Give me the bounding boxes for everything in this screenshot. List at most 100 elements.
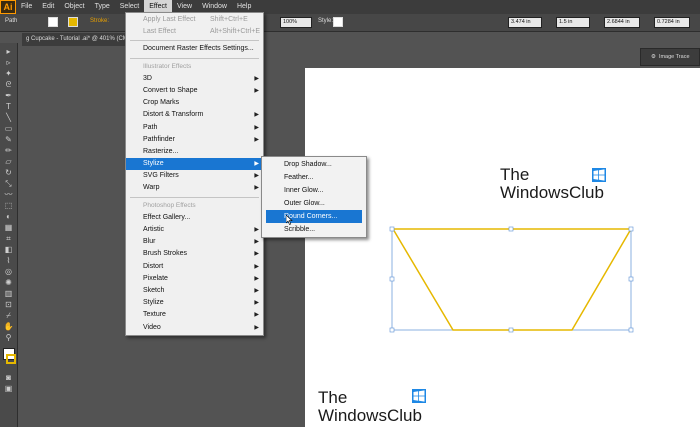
y-field[interactable]: 0.7284 in [654, 17, 690, 28]
menu-texture[interactable]: Texture ▶ [126, 309, 263, 321]
x-field[interactable]: 2.6844 in [604, 17, 640, 28]
stroke-swatch[interactable] [68, 17, 78, 27]
mesh-tool-icon[interactable]: ⌗ [3, 234, 14, 243]
image-trace-icon: ⚙ [651, 54, 656, 60]
menu-document-raster-effects-settings[interactable]: Document Raster Effects Settings... [126, 43, 263, 55]
blend-tool-icon[interactable]: ◎ [3, 267, 14, 276]
handle-top-middle [508, 226, 514, 232]
type-tool-icon[interactable]: T [3, 102, 14, 111]
lasso-tool-icon[interactable]: ᘓ [3, 80, 14, 89]
submenu-arrow-icon: ▶ [254, 239, 259, 246]
submenu-arrow-icon: ▶ [254, 136, 259, 143]
gradient-tool-icon[interactable]: ◧ [3, 245, 14, 254]
menu-edit[interactable]: Edit [37, 0, 59, 14]
menu-video[interactable]: Video ▶ [126, 322, 263, 334]
image-trace-label: Image Trace [658, 54, 690, 60]
submenu-drop-shadow[interactable]: Drop Shadow... [262, 158, 366, 171]
submenu-scribble[interactable]: Scribble... [262, 223, 366, 236]
warp-tool-icon[interactable]: 〰 [3, 190, 14, 199]
apply-last-effect-shortcut: Shift+Ctrl+E [210, 16, 248, 23]
menu-bar: Ai File Edit Object Type Select Effect V… [0, 0, 700, 14]
menu-artistic[interactable]: Artistic ▶ [126, 224, 263, 236]
height-field[interactable]: 1.5 in [556, 17, 590, 28]
windows-icon [592, 168, 606, 182]
line-tool-icon[interactable]: ╲ [3, 113, 14, 122]
shape-builder-tool-icon[interactable]: ◐ [3, 212, 14, 221]
slice-tool-icon[interactable]: ⌿ [3, 311, 14, 320]
object-type-label: Path [5, 18, 18, 24]
menu-path-label: Path [143, 123, 158, 131]
menu-path[interactable]: Path ▶ [126, 122, 263, 134]
menu-texture-label: Texture [143, 311, 166, 319]
menu-rasterize[interactable]: Rasterize... [126, 146, 263, 158]
submenu-arrow-icon: ▶ [254, 185, 259, 192]
menu-convert-to-shape[interactable]: Convert to Shape ▶ [126, 85, 263, 97]
width-field[interactable]: 3.474 in [508, 17, 542, 28]
rotate-tool-icon[interactable]: ↻ [3, 168, 14, 177]
menu-blur[interactable]: Blur ▶ [126, 236, 263, 248]
menu-last-effect[interactable]: Last Effect Alt+Shift+Ctrl+E [126, 26, 263, 38]
drawing-mode-icon[interactable]: ◙ [3, 373, 14, 382]
menu-svg-filters[interactable]: SVG Filters ▶ [126, 170, 263, 182]
zoom-tool-icon[interactable]: ⚲ [3, 333, 14, 342]
menu-object[interactable]: Object [59, 0, 89, 14]
magic-wand-tool-icon[interactable]: ✦ [3, 69, 14, 78]
pencil-tool-icon[interactable]: ✏ [3, 146, 14, 155]
opacity-field[interactable]: 100% [280, 17, 312, 28]
menu-brush-strokes[interactable]: Brush Strokes ▶ [126, 248, 263, 260]
menu-distort-transform[interactable]: Distort & Transform ▶ [126, 109, 263, 121]
menu-distort-transform-label: Distort & Transform [143, 111, 204, 119]
menu-stylize-illustrator[interactable]: Stylize ▶ [126, 158, 263, 171]
handle-bottom-left [389, 327, 395, 333]
eraser-tool-icon[interactable]: ▱ [3, 157, 14, 166]
scale-tool-icon[interactable]: ⤡ [3, 179, 14, 188]
fill-swatch[interactable] [48, 17, 58, 27]
perspective-grid-tool-icon[interactable]: ▦ [3, 223, 14, 232]
menu-apply-last-effect[interactable]: Apply Last Effect Shift+Ctrl+E [126, 14, 263, 26]
menu-sketch[interactable]: Sketch ▶ [126, 285, 263, 297]
menu-type[interactable]: Type [90, 0, 115, 14]
style-swatch[interactable] [333, 17, 343, 27]
pen-tool-icon[interactable]: ✒ [3, 91, 14, 100]
menu-svg-filters-label: SVG Filters [143, 172, 179, 180]
watermark-line1: The [500, 165, 530, 184]
rectangle-tool-icon[interactable]: ▭ [3, 124, 14, 133]
watermark-logo-bottom: The WindowsClub [318, 389, 426, 425]
menu-distort[interactable]: Distort ▶ [126, 261, 263, 273]
paintbrush-tool-icon[interactable]: ✎ [3, 135, 14, 144]
eyedropper-tool-icon[interactable]: ⌇ [3, 256, 14, 265]
submenu-arrow-icon: ▶ [254, 87, 259, 94]
hand-tool-icon[interactable]: ✋ [3, 322, 14, 331]
menu-3d[interactable]: 3D ▶ [126, 73, 263, 85]
graph-tool-icon[interactable]: ▥ [3, 289, 14, 298]
submenu-outer-glow[interactable]: Outer Glow... [262, 197, 366, 210]
submenu-feather[interactable]: Feather... [262, 171, 366, 184]
direct-selection-tool-icon[interactable]: ▹ [3, 58, 14, 67]
handle-bottom-right [628, 327, 634, 333]
symbol-sprayer-tool-icon[interactable]: ✺ [3, 278, 14, 287]
menu-pixelate[interactable]: Pixelate ▶ [126, 273, 263, 285]
document-tab[interactable]: g Cupcake - Tutorial .ai* @ 401% (CMYK/.… [22, 33, 132, 46]
free-transform-tool-icon[interactable]: ⬚ [3, 201, 14, 210]
image-trace-panel[interactable]: ⚙ Image Trace [640, 48, 700, 66]
menu-warp-label: Warp [143, 184, 160, 192]
menu-crop-marks[interactable]: Crop Marks [126, 97, 263, 109]
submenu-inner-glow[interactable]: Inner Glow... [262, 184, 366, 197]
artboard[interactable]: The WindowsClub [305, 68, 700, 427]
menu-pathfinder[interactable]: Pathfinder ▶ [126, 134, 263, 146]
selection-tool-icon[interactable]: ▸ [3, 47, 14, 56]
windows-icon [412, 389, 426, 403]
screen-mode-icon[interactable]: ▣ [3, 384, 14, 393]
artwork-canvas[interactable] [305, 68, 700, 427]
menu-file[interactable]: File [16, 0, 37, 14]
menu-pixelate-label: Pixelate [143, 274, 168, 282]
submenu-arrow-icon: ▶ [254, 263, 259, 270]
submenu-arrow-icon: ▶ [254, 227, 259, 233]
submenu-round-corners[interactable]: Round Corners... [266, 210, 362, 223]
menu-warp[interactable]: Warp ▶ [126, 182, 263, 194]
menu-effect-gallery[interactable]: Effect Gallery... [126, 212, 263, 224]
menu-stylize-photoshop[interactable]: Stylize ▶ [126, 297, 263, 309]
stroke-label[interactable]: Stroke: [90, 18, 109, 24]
stroke-swatch-tool[interactable] [6, 354, 16, 364]
artboard-tool-icon[interactable]: ⊡ [3, 300, 14, 309]
